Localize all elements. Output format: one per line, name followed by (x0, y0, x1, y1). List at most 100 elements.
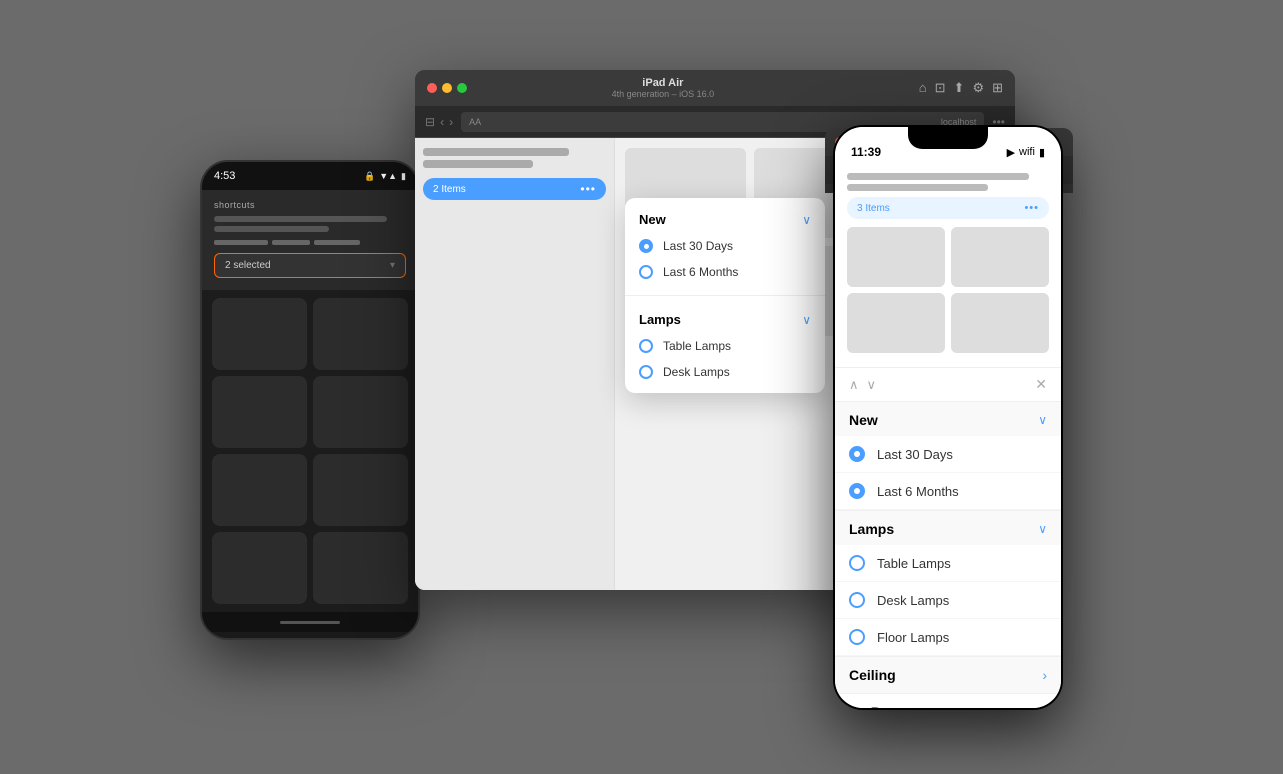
ipad-dropdown-popup: New ∨ Last 30 Days Last 6 Months Lamps ∨ (625, 198, 825, 393)
iphone-popup-lamps-title: Lamps (849, 521, 894, 537)
iphone-popup-ceiling-section: Ceiling › (835, 657, 1061, 694)
ipad-forward-icon[interactable]: › (449, 115, 453, 129)
android-dropdown[interactable]: 2 selected ▾ (214, 253, 406, 278)
android-status-icons: 🔒 ▼▲ ▮ (364, 171, 406, 182)
ipad-dp-item-1-text: Last 30 Days (663, 239, 733, 253)
iphone-cell-4 (951, 293, 1049, 353)
iphone-title-lines (847, 173, 1049, 191)
ipad-settings-icon[interactable]: ⚙ (972, 80, 984, 96)
iphone-popup-lamps-radio-1 (849, 555, 865, 571)
ipad-title-sub: 4th generation – iOS 16.0 (415, 89, 911, 99)
ipad-title-main: iPad Air (415, 77, 911, 89)
ipad-home-icon[interactable]: ⌂ (919, 80, 927, 96)
android-subtitle-lines (214, 240, 406, 245)
iphone-popup-ceiling-title: Ceiling (849, 667, 896, 683)
android-status-bar: 4:53 🔒 ▼▲ ▮ (202, 162, 418, 190)
iphone-by-room-chevron-icon: ∨ (1038, 705, 1047, 708)
iphone-popup-ceiling-nav[interactable]: Ceiling › (835, 657, 1061, 693)
ipad-dp-lamps-item-2[interactable]: Desk Lamps (625, 359, 825, 385)
iphone-notch (908, 127, 988, 149)
ipad-share-icon[interactable]: ⬆ (954, 80, 965, 96)
ipad-sidebar: 2 Items ••• (415, 138, 615, 590)
ipad-items-bar[interactable]: 2 Items ••• (423, 178, 606, 200)
iphone-popup-lamps-item-3-text: Floor Lamps (877, 630, 949, 645)
iphone-popup-nav: ∧ ∨ ✕ (835, 368, 1061, 402)
iphone-title-line-2 (847, 184, 988, 191)
android-subtitle-word-1 (214, 240, 268, 245)
iphone-popup-new-chevron-icon: ∨ (1038, 413, 1047, 427)
ipad-dp-new-item-1[interactable]: Last 30 Days (625, 233, 825, 259)
ipad-dp-new-section: New ∨ Last 30 Days Last 6 Months (625, 198, 825, 293)
ipad-dp-lamps-radio-2 (639, 365, 653, 379)
ipad-dp-divider (625, 295, 825, 296)
iphone-content: 3 Items ••• ∧ ∨ ✕ (835, 163, 1061, 708)
ipad-dp-lamps-title: Lamps (639, 312, 681, 327)
android-grid (202, 290, 418, 612)
iphone-by-room-label: By Room (849, 704, 910, 708)
ipad-dp-lamps-header[interactable]: Lamps ∨ (625, 306, 825, 333)
android-title-line-2 (214, 226, 329, 232)
iphone-items-count: 3 Items (857, 203, 890, 214)
iphone-popup-lamps-header[interactable]: Lamps ∨ (835, 511, 1061, 545)
android-cell-8 (313, 532, 408, 604)
iphone-popup-lamps-radio-2 (849, 592, 865, 608)
iphone-popup-up-icon[interactable]: ∧ (849, 377, 859, 393)
iphone-popup-new-section: New ∨ Last 30 Days Last 6 Months (835, 402, 1061, 511)
android-subtitle-word-3 (314, 240, 360, 245)
ipad-dp-lamps-section: Lamps ∨ Table Lamps Desk Lamps (625, 298, 825, 393)
iphone-popup-down-icon[interactable]: ∨ (867, 377, 877, 393)
ipad-items-count: 2 Items (433, 184, 466, 195)
signal-icon: ▼▲ (379, 171, 397, 181)
iphone-battery-icon: ▮ (1039, 146, 1045, 159)
ipad-title-text: iPad Air 4th generation – iOS 16.0 (415, 77, 911, 99)
ipad-dp-new-chevron-icon: ∨ (802, 213, 811, 227)
battery-icon: ▮ (401, 171, 406, 182)
ipad-toolbar-icons: ⌂ ⊡ ⬆ ⚙ ⊞ (919, 80, 1003, 96)
ipad-dp-lamps-radio-1 (639, 339, 653, 353)
ipad-aa-label: AA (469, 117, 481, 127)
lock-icon: 🔒 (364, 171, 375, 182)
iphone-popup-new-item-2[interactable]: Last 6 Months (835, 473, 1061, 510)
ipad-dp-radio-1 (639, 239, 653, 253)
android-phone: 4:53 🔒 ▼▲ ▮ shortcuts 2 selected ▾ (200, 160, 420, 640)
android-title-line-1 (214, 216, 387, 222)
iphone-popup-radio-1 (849, 446, 865, 462)
android-cell-6 (313, 454, 408, 526)
iphone-popup: ∧ ∨ ✕ New ∨ Last 30 Days (835, 367, 1061, 708)
ipad-dp-lamps-item-1[interactable]: Table Lamps (625, 333, 825, 359)
iphone-popup-lamps-item-2-text: Desk Lamps (877, 593, 949, 608)
ipad-items-dots-icon: ••• (580, 182, 596, 196)
ipad-dp-lamps-chevron-icon: ∨ (802, 313, 811, 327)
iphone-cell-2 (951, 227, 1049, 287)
ipad-dp-lamps-item-1-text: Table Lamps (663, 339, 731, 353)
iphone-title-line-1 (847, 173, 1029, 180)
ipad-photo-icon[interactable]: ⊡ (935, 80, 946, 96)
ipad-back-icon[interactable]: ‹ (440, 115, 444, 129)
ipad-dp-lamps-item-2-text: Desk Lamps (663, 365, 730, 379)
iphone-by-room[interactable]: By Room ∨ (835, 694, 1061, 708)
iphone-popup-new-item-1[interactable]: Last 30 Days (835, 436, 1061, 473)
iphone-popup-lamps-section: Lamps ∨ Table Lamps Desk Lamps Floor Lam… (835, 511, 1061, 657)
ipad-dp-new-header[interactable]: New ∨ (625, 206, 825, 233)
iphone-popup-lamps-item-3[interactable]: Floor Lamps (835, 619, 1061, 656)
iphone-items-row[interactable]: 3 Items ••• (847, 197, 1049, 219)
iphone-items-dots-icon: ••• (1024, 202, 1039, 214)
android-cell-4 (313, 376, 408, 448)
ipad-sidebar-line-2 (423, 160, 533, 168)
iphone-popup-lamps-item-1[interactable]: Table Lamps (835, 545, 1061, 582)
iphone-popup-close-icon[interactable]: ✕ (1035, 376, 1047, 393)
android-cell-7 (212, 532, 307, 604)
iphone-popup-new-header[interactable]: New ∨ (835, 402, 1061, 436)
iphone-popup-lamps-item-2[interactable]: Desk Lamps (835, 582, 1061, 619)
android-dropdown-text: 2 selected (225, 260, 271, 271)
android-cell-2 (313, 298, 408, 370)
android-cell-3 (212, 376, 307, 448)
iphone-cell-3 (847, 293, 945, 353)
iphone-popup-new-item-1-text: Last 30 Days (877, 447, 953, 462)
ipad-titlebar: iPad Air 4th generation – iOS 16.0 ⌂ ⊡ ⬆… (415, 70, 1015, 106)
ipad-sidebar-toggle-icon[interactable]: ⊟ (425, 115, 435, 129)
iphone-grid (847, 227, 1049, 359)
ipad-dp-new-item-2[interactable]: Last 6 Months (625, 259, 825, 285)
ipad-sidebar-line-1 (423, 148, 569, 156)
ipad-screen-icon[interactable]: ⊞ (992, 80, 1003, 96)
